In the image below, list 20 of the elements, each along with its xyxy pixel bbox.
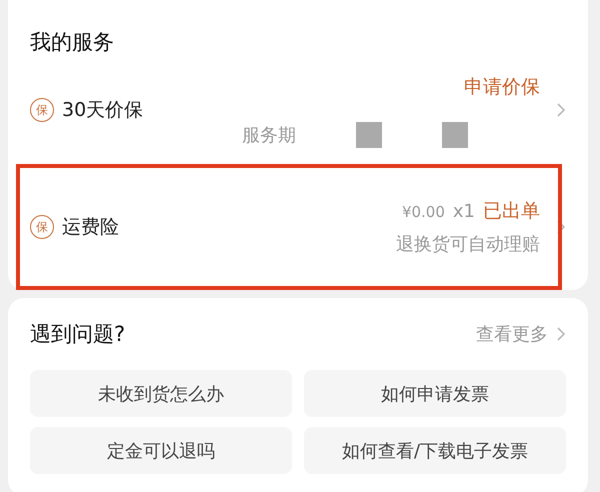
price-text: ¥0.00 [402, 203, 445, 221]
question-button[interactable]: 未收到货怎么办 [30, 370, 292, 417]
question-button[interactable]: 定金可以退吗 [30, 427, 292, 474]
apply-link[interactable]: 申请价保 [464, 74, 540, 100]
question-button[interactable]: 如何查看/下载电子发票 [304, 427, 566, 474]
quantity-text: x1 [452, 201, 475, 222]
section-title: 我的服务 [30, 29, 115, 56]
service-name: 30天价保 [62, 98, 144, 123]
guarantee-icon: 保 [30, 215, 54, 239]
chevron-icon [556, 219, 566, 235]
status-text: 已出单 [483, 199, 540, 224]
section-title: 遇到问题? [30, 321, 126, 348]
note-text: 服务期 [242, 124, 296, 147]
service-name: 运费险 [62, 215, 119, 240]
chevron-icon [556, 326, 566, 342]
note-text: 退换货可自动理赔 [396, 233, 540, 256]
guarantee-icon: 保 [30, 98, 54, 122]
question-button[interactable]: 如何申请发票 [304, 370, 566, 417]
redaction-mark [442, 122, 468, 148]
chevron-icon [556, 102, 566, 118]
